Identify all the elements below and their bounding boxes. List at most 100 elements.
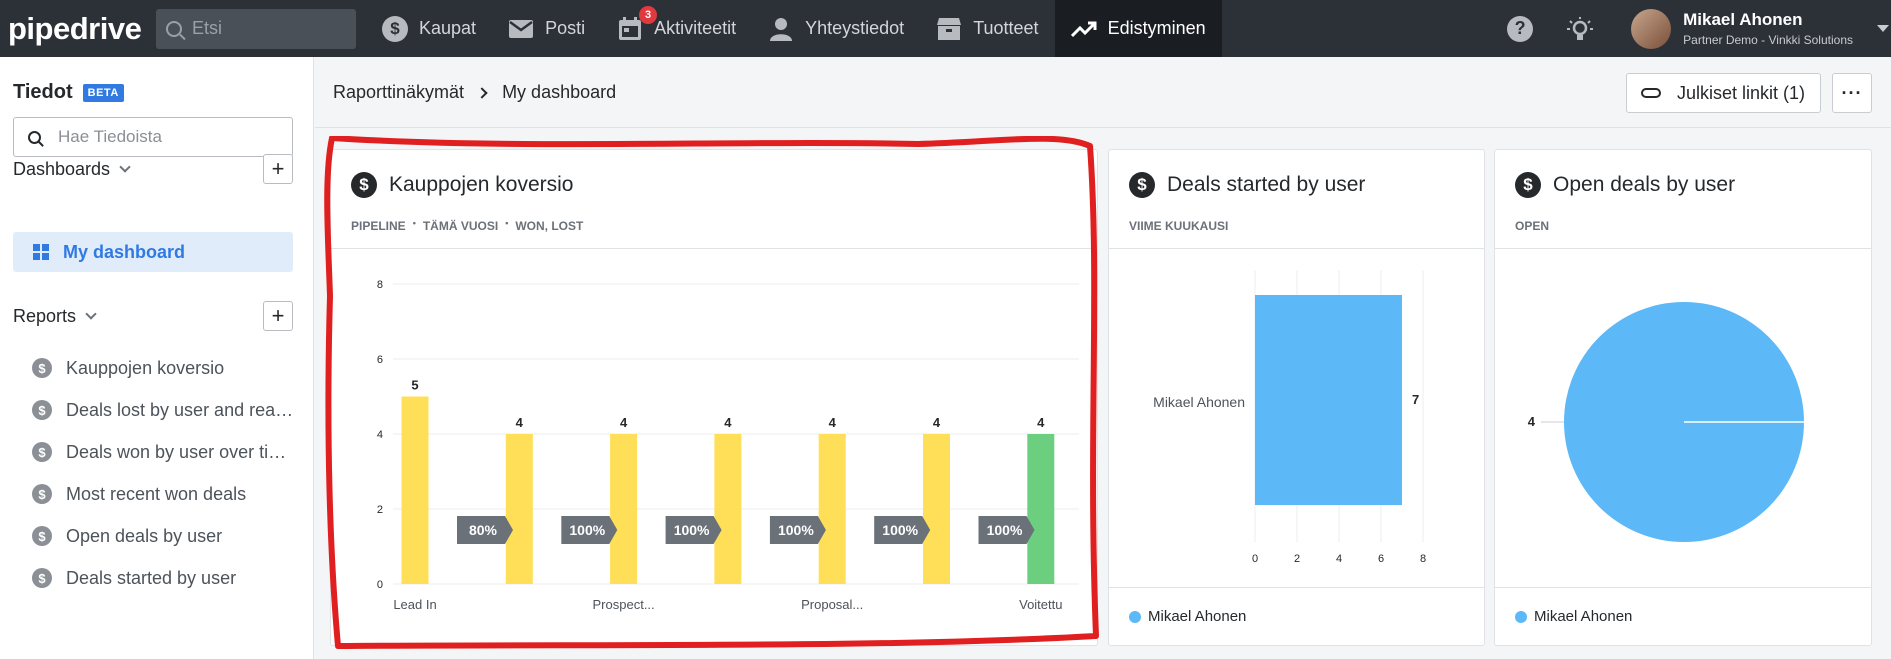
conversion-rate-label: 100% [882, 522, 918, 538]
x-tick-label: 6 [1378, 553, 1384, 565]
bar [923, 434, 950, 584]
reports-section-toggle[interactable]: Reports [13, 306, 97, 327]
bar-value-label: 4 [724, 415, 732, 430]
top-navigation: pipedrive Etsi $ Kaupat Posti 3 Aktivite… [0, 0, 1891, 57]
add-report-button[interactable]: + [263, 301, 293, 331]
nav-item-yhteystiedot[interactable]: Yhteystiedot [752, 0, 920, 57]
report-item[interactable]: $ Most recent won deals [32, 481, 246, 507]
dashboard-item-label: My dashboard [63, 241, 186, 262]
x-tick-label: Voitettu [1019, 597, 1062, 612]
sidebar: Tiedot BETA Hae Tiedoista Dashboards + M… [0, 57, 314, 659]
person-icon [768, 16, 794, 42]
report-item-label: Kauppojen koversio [66, 357, 225, 378]
nav-item-label: Aktiviteetit [654, 18, 737, 38]
pipedrive-logo[interactable]: pipedrive [0, 11, 152, 47]
sidebar-item-my-dashboard[interactable]: My dashboard [13, 232, 293, 272]
link-icon [1641, 88, 1661, 98]
bar [401, 396, 429, 584]
sidebar-search-input[interactable]: Hae Tiedoista [13, 117, 293, 157]
bar-value-label: 4 [1037, 415, 1045, 430]
nav-right-group: ? Mikael Ahonen Partner Demo - Vinkki So… [1507, 0, 1891, 57]
x-tick-label: Lead In [393, 597, 436, 612]
legend-swatch [1515, 610, 1527, 623]
mail-icon [508, 16, 534, 42]
report-item-label: Deals won by user over ti… [66, 441, 287, 462]
y-tick-label: 8 [377, 279, 383, 291]
report-item-label: Open deals by user [66, 525, 223, 546]
dashboards-section-toggle[interactable]: Dashboards [13, 159, 131, 180]
box-icon [936, 16, 962, 42]
nav-item-label: Yhteystiedot [805, 18, 905, 38]
dollar-icon: $ [32, 358, 52, 378]
conversion-report-card[interactable]: $ Kauppojen koversio PIPELINE • TÄMÄ VUO… [330, 149, 1098, 646]
nav-item-posti[interactable]: Posti [492, 0, 601, 57]
nav-item-tuotteet[interactable]: Tuotteet [920, 0, 1054, 57]
report-item[interactable]: $ Deals started by user [32, 565, 236, 591]
activity-count-badge: 3 [639, 6, 658, 24]
dashboards-label: Dashboards [13, 159, 111, 179]
dashboard-header: Raporttinäkymät My dashboard Julkiset li… [315, 57, 1891, 128]
bar [818, 434, 846, 584]
user-name: Mikael Ahonen [1683, 10, 1803, 29]
conversion-rate-label: 100% [569, 522, 605, 538]
pie-value-label: 4 [1528, 414, 1536, 429]
chevron-down-icon [119, 161, 131, 173]
dollar-icon: $ [32, 568, 52, 588]
report-item-label: Deals started by user [66, 567, 237, 588]
user-avatar[interactable] [1631, 8, 1672, 49]
bar [505, 434, 533, 584]
dollar-icon: $ [32, 400, 52, 420]
bar-value-label: 5 [411, 378, 418, 393]
search-placeholder: Etsi [192, 18, 223, 38]
bar [1255, 295, 1402, 505]
bar [1027, 434, 1055, 584]
open-deals-report-card[interactable]: $ Open deals by user OPEN 4 Mikael Ahone… [1494, 149, 1872, 646]
report-item[interactable]: $ Deals won by user over ti… [32, 439, 286, 465]
nav-item-kaupat[interactable]: $ Kaupat [366, 0, 492, 57]
help-icon[interactable]: ? [1507, 15, 1534, 42]
chevron-down-icon [85, 308, 97, 320]
breadcrumb: Raporttinäkymät My dashboard [333, 82, 616, 103]
global-search-input[interactable]: Etsi [156, 8, 356, 49]
public-links-button[interactable]: Julkiset linkit (1) [1626, 73, 1821, 113]
nav-item-edistyminen[interactable]: Edistyminen [1054, 0, 1222, 57]
breadcrumb-root-link[interactable]: Raporttinäkymät [333, 82, 464, 103]
chevron-down-icon[interactable] [1877, 25, 1889, 32]
report-item-label: Deals lost by user and rea… [66, 399, 294, 420]
nav-item-label: Posti [545, 18, 586, 38]
open-deals-pie-chart: 4 [1528, 302, 1804, 542]
report-item-label: Most recent won deals [66, 483, 247, 504]
dollar-icon: $ [382, 15, 408, 42]
y-tick-label: 6 [377, 354, 383, 366]
nav-item-aktiviteetit[interactable]: 3 Aktiviteetit [601, 0, 752, 57]
deals-started-bar-chart: 0 2 4 6 8 7 Mikael Ahonen [1153, 270, 1426, 565]
y-tick-label: 2 [377, 504, 383, 516]
bar [714, 434, 742, 584]
user-info[interactable]: Mikael Ahonen Partner Demo - Vinkki Solu… [1683, 10, 1853, 47]
conversion-funnel-chart: 0 2 4 6 8 5 Lead In 4 4 Prospect... 4 4 Proposal... 4… [377, 279, 1079, 612]
chart-legend: Mikael Ahonen [1109, 587, 1484, 645]
lightbulb-icon[interactable] [1567, 16, 1594, 42]
bar-value-label: 7 [1412, 392, 1419, 407]
report-item[interactable]: $ Kauppojen koversio [32, 355, 224, 381]
public-links-label: Julkiset linkit (1) [1677, 82, 1806, 103]
more-options-button[interactable]: ··· [1832, 73, 1872, 113]
x-tick-label: 2 [1294, 553, 1300, 565]
conversion-rate-label: 100% [674, 522, 710, 538]
sidebar-title: Tiedot BETA [13, 81, 124, 104]
nav-item-label: Kaupat [419, 18, 477, 38]
dollar-icon: $ [32, 526, 52, 546]
add-dashboard-button[interactable]: + [263, 154, 293, 184]
deals-started-report-card[interactable]: $ Deals started by user VIIME KUUKAUSI 0… [1108, 149, 1485, 646]
chevron-right-icon [476, 86, 488, 99]
legend-label: Mikael Ahonen [1148, 608, 1247, 625]
nav-item-label: Tuotteet [973, 18, 1039, 38]
dollar-icon: $ [32, 484, 52, 504]
x-tick-label: 4 [1336, 553, 1342, 565]
report-item[interactable]: $ Open deals by user [32, 523, 222, 549]
search-icon [166, 20, 182, 37]
search-icon [28, 130, 41, 144]
x-tick-label: 8 [1420, 553, 1426, 565]
report-item[interactable]: $ Deals lost by user and rea… [32, 397, 293, 423]
legend-label: Mikael Ahonen [1534, 608, 1633, 625]
